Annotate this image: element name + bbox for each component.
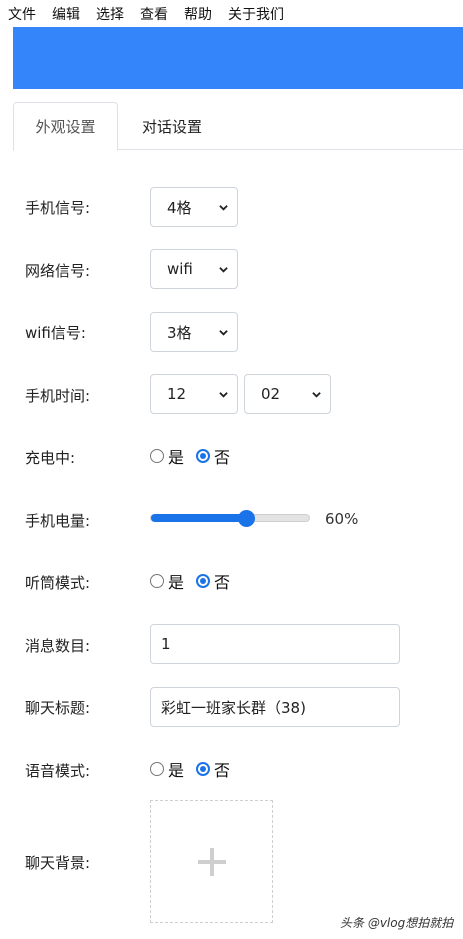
signal-label: 手机信号: <box>25 199 91 217</box>
charging-label: 充电中: <box>25 449 76 467</box>
wifi-select-value: 3格 <box>167 323 192 342</box>
earpiece-no-radio[interactable] <box>196 574 211 588</box>
voice-no-radio[interactable] <box>196 762 211 776</box>
voice-mode-label: 语音模式: <box>25 762 91 780</box>
settings-tabs: 外观设置 对话设置 <box>13 102 463 151</box>
minute-select[interactable]: 02 <box>244 374 331 414</box>
charging-yes-label[interactable]: 是 <box>168 444 184 468</box>
battery-label: 手机电量: <box>25 512 91 530</box>
voice-yes-label[interactable]: 是 <box>168 757 184 781</box>
voice-no-label[interactable]: 否 <box>214 757 230 781</box>
menu-about[interactable]: 关于我们 <box>228 4 284 24</box>
time-label: 手机时间: <box>25 387 91 405</box>
signal-select-value: 4格 <box>167 198 192 217</box>
minute-select-value: 02 <box>261 385 281 403</box>
plus-icon <box>197 847 226 876</box>
earpiece-no-label[interactable]: 否 <box>214 569 230 593</box>
chevron-down-icon <box>219 392 228 398</box>
chevron-down-icon <box>219 205 228 211</box>
voice-mode-radio-group: 是 否 <box>150 757 242 781</box>
tab-dialog[interactable]: 对话设置 <box>127 102 217 150</box>
voice-yes-radio[interactable] <box>150 762 164 776</box>
charging-no-label[interactable]: 否 <box>214 444 230 468</box>
charging-no-radio[interactable] <box>196 449 211 463</box>
battery-slider[interactable] <box>150 510 310 527</box>
menu-select[interactable]: 选择 <box>96 4 124 24</box>
tab-appearance[interactable]: 外观设置 <box>13 102 118 151</box>
signal-select[interactable]: 4格 <box>150 187 238 227</box>
earpiece-yes-label[interactable]: 是 <box>168 569 184 593</box>
chevron-down-icon <box>219 330 228 336</box>
wifi-label: wifi信号: <box>25 324 86 342</box>
hour-select[interactable]: 12 <box>150 374 238 414</box>
charging-radio-group: 是 否 <box>150 444 242 468</box>
header-banner <box>13 27 463 89</box>
menu-view[interactable]: 查看 <box>140 4 168 24</box>
wifi-select[interactable]: 3格 <box>150 312 238 352</box>
battery-value: 60% <box>325 510 359 528</box>
menu-bar: 文件 编辑 选择 查看 帮助 关于我们 <box>0 0 463 27</box>
menu-edit[interactable]: 编辑 <box>52 4 80 24</box>
background-upload[interactable] <box>150 800 273 923</box>
earpiece-radio-group: 是 否 <box>150 569 242 593</box>
hour-select-value: 12 <box>167 385 187 403</box>
message-count-input[interactable]: 1 <box>150 624 400 664</box>
earpiece-label: 听筒模式: <box>25 574 91 592</box>
charging-yes-radio[interactable] <box>150 449 164 463</box>
watermark: 头条 @vlog想拍就拍 <box>340 916 454 930</box>
network-label: 网络信号: <box>25 262 91 280</box>
earpiece-yes-radio[interactable] <box>150 574 164 588</box>
battery-slider-fill <box>151 514 246 522</box>
menu-help[interactable]: 帮助 <box>184 4 212 24</box>
network-select-value: wifi <box>167 260 193 278</box>
battery-slider-thumb[interactable] <box>237 510 255 527</box>
chat-title-label: 聊天标题: <box>25 699 91 717</box>
chat-title-input[interactable]: 彩虹一班家长群（38) <box>150 687 400 727</box>
chevron-down-icon <box>312 392 321 398</box>
network-select[interactable]: wifi <box>150 249 238 289</box>
message-count-label: 消息数目: <box>25 637 91 655</box>
chevron-down-icon <box>219 267 228 273</box>
menu-file[interactable]: 文件 <box>8 4 36 24</box>
chat-background-label: 聊天背景: <box>25 854 91 872</box>
